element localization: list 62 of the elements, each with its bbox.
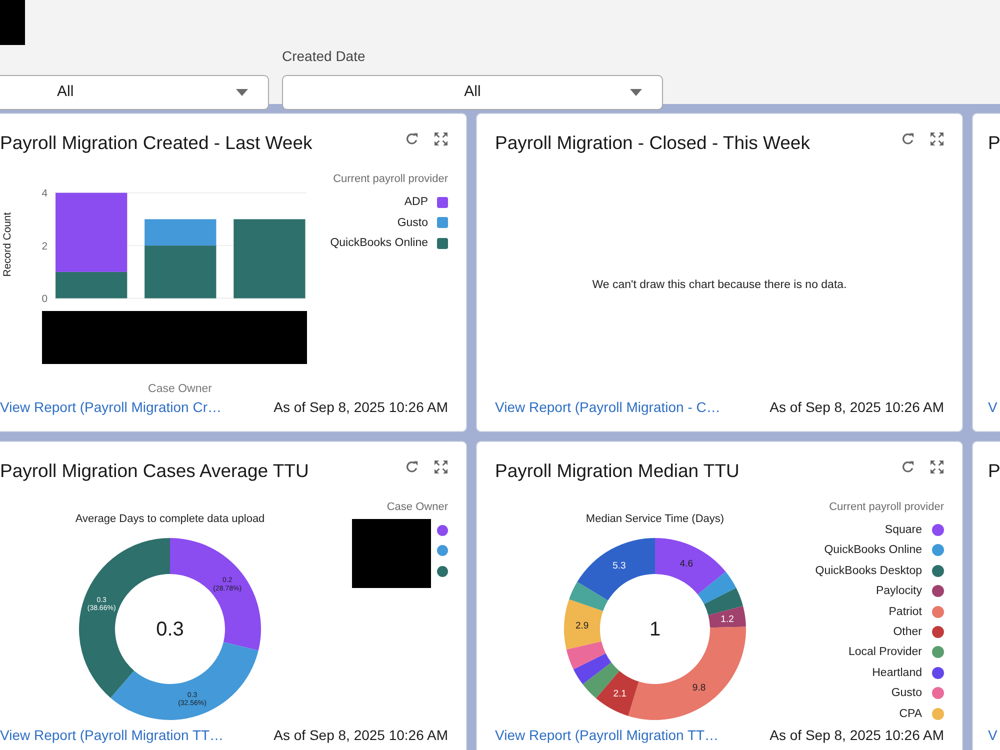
- view-report-link[interactable]: View Report (Payroll Migration TT…: [495, 725, 719, 745]
- legend-label: Heartland: [872, 666, 922, 681]
- donut-center-value: 1: [649, 618, 661, 640]
- refresh-icon[interactable]: [405, 132, 419, 146]
- filter-dropdown[interactable]: All: [0, 75, 269, 110]
- card-title: Payroll Migration Cases Average TTU: [0, 459, 309, 483]
- view-report-link[interactable]: V: [988, 725, 998, 745]
- axis-tick-label: 0: [42, 294, 48, 304]
- timestamp: As of Sep 8, 2025 10:26 AM: [274, 726, 448, 745]
- timestamp: As of Sep 8, 2025 10:26 AM: [274, 398, 448, 417]
- axis-title: Record Count: [2, 212, 14, 277]
- card-title: P: [988, 459, 1000, 483]
- legend-label: ADP: [404, 195, 428, 210]
- no-data-message: We can't draw this chart because there is no data.: [592, 278, 847, 292]
- legend-title: Case Owner: [386, 500, 448, 515]
- card-title: Payroll Migration - Closed - This Week: [495, 131, 810, 155]
- expand-icon[interactable]: [434, 460, 448, 474]
- legend-label: Square: [884, 523, 922, 538]
- legend-title: Current payroll provider: [829, 500, 944, 515]
- view-report-link[interactable]: V: [988, 397, 998, 417]
- legend-label: Local Provider: [848, 645, 922, 660]
- filter-label: Created Date: [282, 48, 366, 65]
- redacted-block: [0, 0, 25, 45]
- data-label: 9.8: [692, 682, 706, 694]
- view-report-link[interactable]: View Report (Payroll Migration TT…: [0, 725, 224, 745]
- expand-icon[interactable]: [930, 460, 944, 474]
- data-label: 4.6: [680, 558, 693, 570]
- legend-label: QuickBooks Desktop: [815, 564, 922, 579]
- legend-label: QuickBooks Online: [330, 236, 428, 251]
- timestamp: As of Sep 8, 2025 10:26 AM: [770, 726, 944, 745]
- legend-label: Patriot: [888, 604, 922, 620]
- data-label: 2.1: [613, 688, 626, 700]
- legend-title: Current payroll provider: [333, 172, 448, 187]
- refresh-icon[interactable]: [901, 132, 915, 146]
- axis-title: Case Owner: [148, 382, 212, 397]
- legend-label: Other: [893, 624, 922, 640]
- refresh-icon[interactable]: [901, 460, 915, 474]
- data-label: 5.3: [612, 560, 626, 572]
- timestamp: As of Sep 8, 2025 10:26 AM: [770, 398, 944, 417]
- axis-tick-label: 2: [42, 241, 48, 252]
- caret-icon: [630, 89, 642, 96]
- filter-dropdown[interactable]: All: [282, 75, 663, 110]
- card-title: Payroll Migration Created - Last Week: [0, 131, 312, 155]
- view-report-link[interactable]: View Report (Payroll Migration Cr…: [0, 397, 222, 417]
- data-label: 1.2: [720, 614, 734, 626]
- caret-icon: [236, 89, 248, 96]
- data-label: 2.9: [576, 620, 589, 632]
- refresh-icon[interactable]: [405, 460, 419, 474]
- legend-label: Gusto: [397, 216, 428, 230]
- legend-label: CPA: [899, 706, 922, 722]
- chart-title: Average Days to complete data upload: [75, 512, 265, 525]
- card-title: P: [988, 131, 1000, 155]
- legend-label: QuickBooks Online: [824, 543, 922, 558]
- donut-center-value: 0.3: [156, 618, 184, 640]
- card-title: Payroll Migration Median TTU: [495, 459, 740, 483]
- legend-label: Gusto: [891, 686, 922, 702]
- expand-icon[interactable]: [434, 132, 448, 146]
- view-report-link[interactable]: View Report (Payroll Migration - C…: [495, 397, 720, 417]
- expand-icon[interactable]: [930, 132, 944, 146]
- chart-title: Median Service Time (Days): [586, 512, 724, 525]
- axis-tick-label: 4: [42, 188, 48, 200]
- legend-label: Paylocity: [876, 584, 922, 600]
